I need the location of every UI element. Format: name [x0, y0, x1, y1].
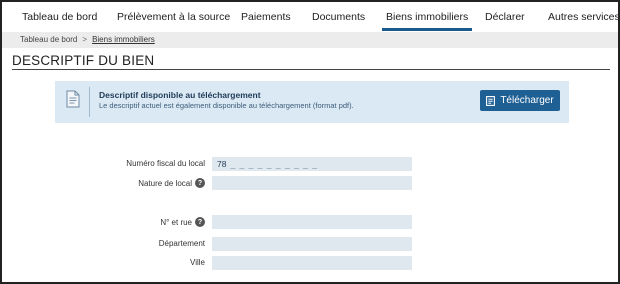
department-label-text: Département [158, 239, 205, 248]
nature-field[interactable] [212, 176, 412, 190]
banner-subtitle: Le descriptif actuel est également dispo… [99, 101, 354, 110]
fiscal-number-field[interactable]: 78 _ _ _ _ _ _ _ _ _ _ [212, 157, 412, 171]
form-row-fiscal-number: Numéro fiscal du local 78 _ _ _ _ _ _ _ _… [2, 157, 618, 171]
form-row-city: Ville [2, 256, 618, 270]
street-label: N° et rue? [160, 217, 205, 227]
nav-item-tableau-de-bord[interactable]: Tableau de bord [22, 11, 97, 23]
form-row-street: N° et rue? [2, 215, 618, 229]
download-button-label: Télécharger [500, 95, 554, 106]
nav-item-paiements[interactable]: Paiements [241, 11, 291, 23]
download-document-icon [486, 95, 496, 106]
title-divider [12, 69, 610, 70]
fiscal-number-value: 78 [217, 159, 227, 169]
nature-label-text: Nature de local [138, 178, 192, 188]
department-label: Département [159, 239, 205, 248]
form-row-nature: Nature de local? [2, 176, 618, 190]
city-field[interactable] [212, 256, 412, 270]
nav-item-prelevement-a-la-source[interactable]: Prélèvement à la source [117, 11, 230, 23]
top-navigation: Tableau de bord Prélèvement à la source … [2, 2, 618, 32]
help-icon[interactable]: ? [195, 217, 205, 227]
nav-item-autres-services[interactable]: Autres services [548, 11, 618, 23]
fiscal-number-mask: _ _ _ _ _ _ _ _ _ _ [230, 159, 318, 169]
nav-item-documents[interactable]: Documents [312, 11, 365, 23]
form-row-department: Département [2, 237, 618, 251]
download-banner: Descriptif disponible au téléchargement … [55, 81, 569, 123]
document-icon [66, 90, 80, 108]
banner-divider [89, 87, 90, 117]
city-label: Ville [190, 258, 205, 267]
nav-item-declarer[interactable]: Déclarer [485, 11, 525, 23]
street-label-text: N° et rue [160, 217, 192, 227]
department-field[interactable] [212, 237, 412, 251]
breadcrumb-separator: > [82, 35, 88, 44]
breadcrumb-current[interactable]: Biens immobiliers [92, 35, 155, 44]
nature-label: Nature de local? [138, 178, 205, 188]
street-field[interactable] [212, 215, 412, 229]
city-label-text: Ville [190, 258, 205, 267]
breadcrumb: Tableau de bord > Biens immobiliers [2, 32, 618, 48]
breadcrumb-home[interactable]: Tableau de bord [20, 35, 77, 44]
nav-item-biens-immobiliers[interactable]: Biens immobiliers [381, 11, 473, 31]
page-title: DESCRIPTIF DU BIEN [12, 53, 155, 68]
fiscal-number-label: Numéro fiscal du local [126, 159, 205, 168]
fiscal-number-label-text: Numéro fiscal du local [126, 159, 205, 168]
banner-title: Descriptif disponible au téléchargement [99, 90, 261, 100]
app-frame: Tableau de bord Prélèvement à la source … [0, 0, 620, 284]
help-icon[interactable]: ? [195, 178, 205, 188]
download-button[interactable]: Télécharger [480, 90, 560, 111]
